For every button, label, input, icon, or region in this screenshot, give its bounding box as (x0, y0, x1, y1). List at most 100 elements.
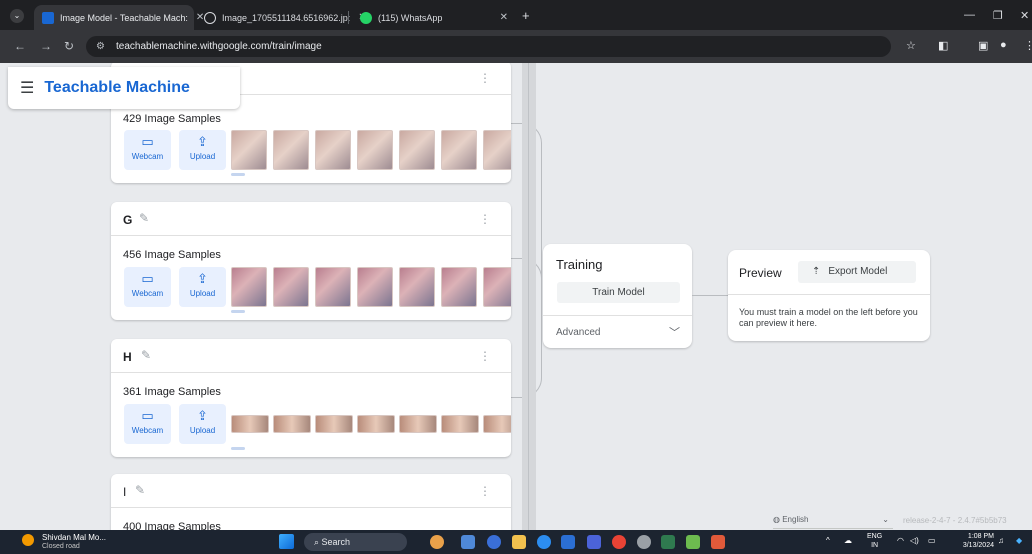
class-card-h: H ✎ ⋮ 361 Image Samples ▭ Webcam ⇪ Upload (111, 339, 511, 457)
file-explorer-icon[interactable] (512, 535, 526, 549)
advanced-toggle[interactable]: Advanced (556, 327, 600, 338)
sample-thumbnail[interactable] (231, 267, 267, 307)
tray-app-icon[interactable]: ☁ (844, 536, 852, 545)
sample-thumbnail[interactable] (483, 415, 511, 433)
chrome-icon[interactable] (612, 535, 626, 549)
volume-icon[interactable]: ◁) (910, 536, 919, 545)
close-icon[interactable]: ✕ (492, 12, 508, 23)
edit-pencil-icon[interactable]: ✎ (135, 483, 145, 497)
divider (728, 294, 930, 295)
sample-thumbnail[interactable] (483, 130, 511, 170)
sample-thumbnail[interactable] (399, 267, 435, 307)
sample-thumbnail[interactable] (357, 267, 393, 307)
settings-gear-icon[interactable] (637, 535, 651, 549)
app-icon[interactable] (711, 535, 725, 549)
upload-button[interactable]: ⇪ Upload (179, 130, 226, 170)
thumbnail-scrollbar[interactable] (231, 310, 245, 313)
bookmark-star-icon[interactable]: ☆ (906, 39, 916, 52)
app-icon[interactable] (661, 535, 675, 549)
weather-subtitle: Closed road (42, 543, 80, 550)
class-options-kebab-icon[interactable]: ⋮ (479, 349, 491, 363)
wifi-icon[interactable]: ◠ (897, 536, 904, 545)
tab-whatsapp[interactable]: (115) WhatsApp ✕ (352, 5, 516, 30)
sample-thumbnail[interactable] (315, 130, 351, 170)
webcam-button[interactable]: ▭ Webcam (124, 267, 171, 307)
sample-thumbnail[interactable] (483, 267, 511, 307)
language-select[interactable]: ◍ English ⌄ (773, 515, 893, 529)
clock[interactable]: 1:08 PM 3/13/2024 (952, 532, 994, 550)
reload-icon[interactable]: ↻ (64, 39, 74, 53)
hamburger-menu-icon[interactable]: ☰ (20, 78, 34, 98)
photos-icon[interactable] (587, 535, 601, 549)
sample-thumbnail[interactable] (441, 267, 477, 307)
profile-icon[interactable]: ● (1000, 39, 1007, 51)
copilot-icon[interactable]: ◆ (1016, 536, 1022, 545)
app-icon[interactable] (686, 535, 700, 549)
sample-thumbnail[interactable] (231, 415, 269, 433)
extensions-icon[interactable]: ◧ (938, 39, 948, 52)
class-name[interactable]: I (123, 485, 126, 499)
edge-icon[interactable] (537, 535, 551, 549)
window-close-icon[interactable]: ✕ (1020, 9, 1029, 22)
address-bar: ← → ↻ ⚙ teachablemachine.withgoogle.com/… (0, 30, 1032, 63)
url-field[interactable]: ⚙ teachablemachine.withgoogle.com/train/… (86, 36, 891, 57)
class-options-kebab-icon[interactable]: ⋮ (479, 71, 491, 85)
sample-thumbnail[interactable] (441, 415, 479, 433)
sample-thumbnail[interactable] (399, 415, 437, 433)
new-tab-icon[interactable]: + (522, 8, 530, 23)
sample-thumbnail[interactable] (441, 130, 477, 170)
minimize-icon[interactable]: — (964, 9, 975, 21)
weather-icon[interactable] (22, 534, 34, 546)
tab-image-file[interactable]: Image_1705511184.6516962.jp: ✕ (196, 5, 367, 30)
column-divider (522, 63, 536, 530)
side-panel-icon[interactable]: ▣ (978, 39, 988, 52)
sample-thumbnail[interactable] (231, 130, 267, 170)
sample-thumbnail[interactable] (273, 130, 309, 170)
sample-thumbnail[interactable] (273, 415, 311, 433)
export-model-button[interactable]: ⇡ Export Model (798, 261, 916, 283)
tab-image-model[interactable]: Image Model - Teachable Mach: ✕ (34, 5, 204, 30)
upload-button[interactable]: ⇪ Upload (179, 267, 226, 307)
task-view-icon[interactable] (461, 535, 475, 549)
thumbnail-scrollbar[interactable] (231, 173, 245, 176)
webcam-button[interactable]: ▭ Webcam (124, 404, 171, 444)
sample-thumbnail[interactable] (399, 130, 435, 170)
tray-chevron-up-icon[interactable]: ^ (826, 536, 830, 545)
class-options-kebab-icon[interactable]: ⋮ (479, 212, 491, 226)
upload-button[interactable]: ⇪ Upload (179, 404, 226, 444)
windows-start-icon[interactable] (279, 534, 294, 549)
forward-icon[interactable]: → (40, 39, 52, 53)
globe-icon (204, 11, 216, 24)
site-info-icon[interactable]: ⚙ (96, 36, 105, 57)
store-icon[interactable] (561, 535, 575, 549)
sample-thumbnail[interactable] (273, 267, 309, 307)
search-icon: ⌕ (314, 537, 322, 547)
chevron-down-icon[interactable]: ﹀ (669, 324, 680, 340)
class-name[interactable]: G (123, 213, 132, 227)
weather-title[interactable]: Shivdan Mal Mo... (42, 533, 106, 542)
input-language[interactable]: ENG IN (867, 532, 882, 550)
back-icon[interactable]: ← (14, 39, 26, 53)
widgets-icon[interactable] (430, 535, 444, 549)
sample-thumbnail[interactable] (357, 415, 395, 433)
class-options-kebab-icon[interactable]: ⋮ (479, 484, 491, 498)
thumbnail-scrollbar[interactable] (231, 447, 245, 450)
class-card-i: I ✎ ⋮ 400 Image Samples (111, 474, 511, 530)
windows-taskbar: Shivdan Mal Mo... Closed road ⌕ Search ^… (0, 530, 1032, 554)
train-model-button[interactable]: Train Model (557, 282, 680, 303)
battery-icon[interactable]: ▭ (928, 536, 936, 545)
edit-pencil-icon[interactable]: ✎ (141, 348, 151, 362)
menu-kebab-icon[interactable]: ⋮ (1024, 39, 1032, 52)
tab-search-icon[interactable]: ⌄ (10, 9, 24, 23)
meet-icon[interactable] (487, 535, 501, 549)
taskbar-search[interactable]: ⌕ Search (304, 533, 407, 551)
sample-thumbnail[interactable] (357, 130, 393, 170)
sample-thumbnail[interactable] (315, 267, 351, 307)
edit-pencil-icon[interactable]: ✎ (139, 211, 149, 225)
sample-thumbnail[interactable] (315, 415, 353, 433)
notifications-bell-icon[interactable]: ♫ (998, 536, 1004, 545)
webcam-button[interactable]: ▭ Webcam (124, 130, 171, 170)
restore-icon[interactable]: ❐ (993, 9, 1003, 22)
preview-card: Preview ⇡ Export Model You must train a m… (728, 250, 930, 341)
class-name[interactable]: H (123, 350, 132, 364)
